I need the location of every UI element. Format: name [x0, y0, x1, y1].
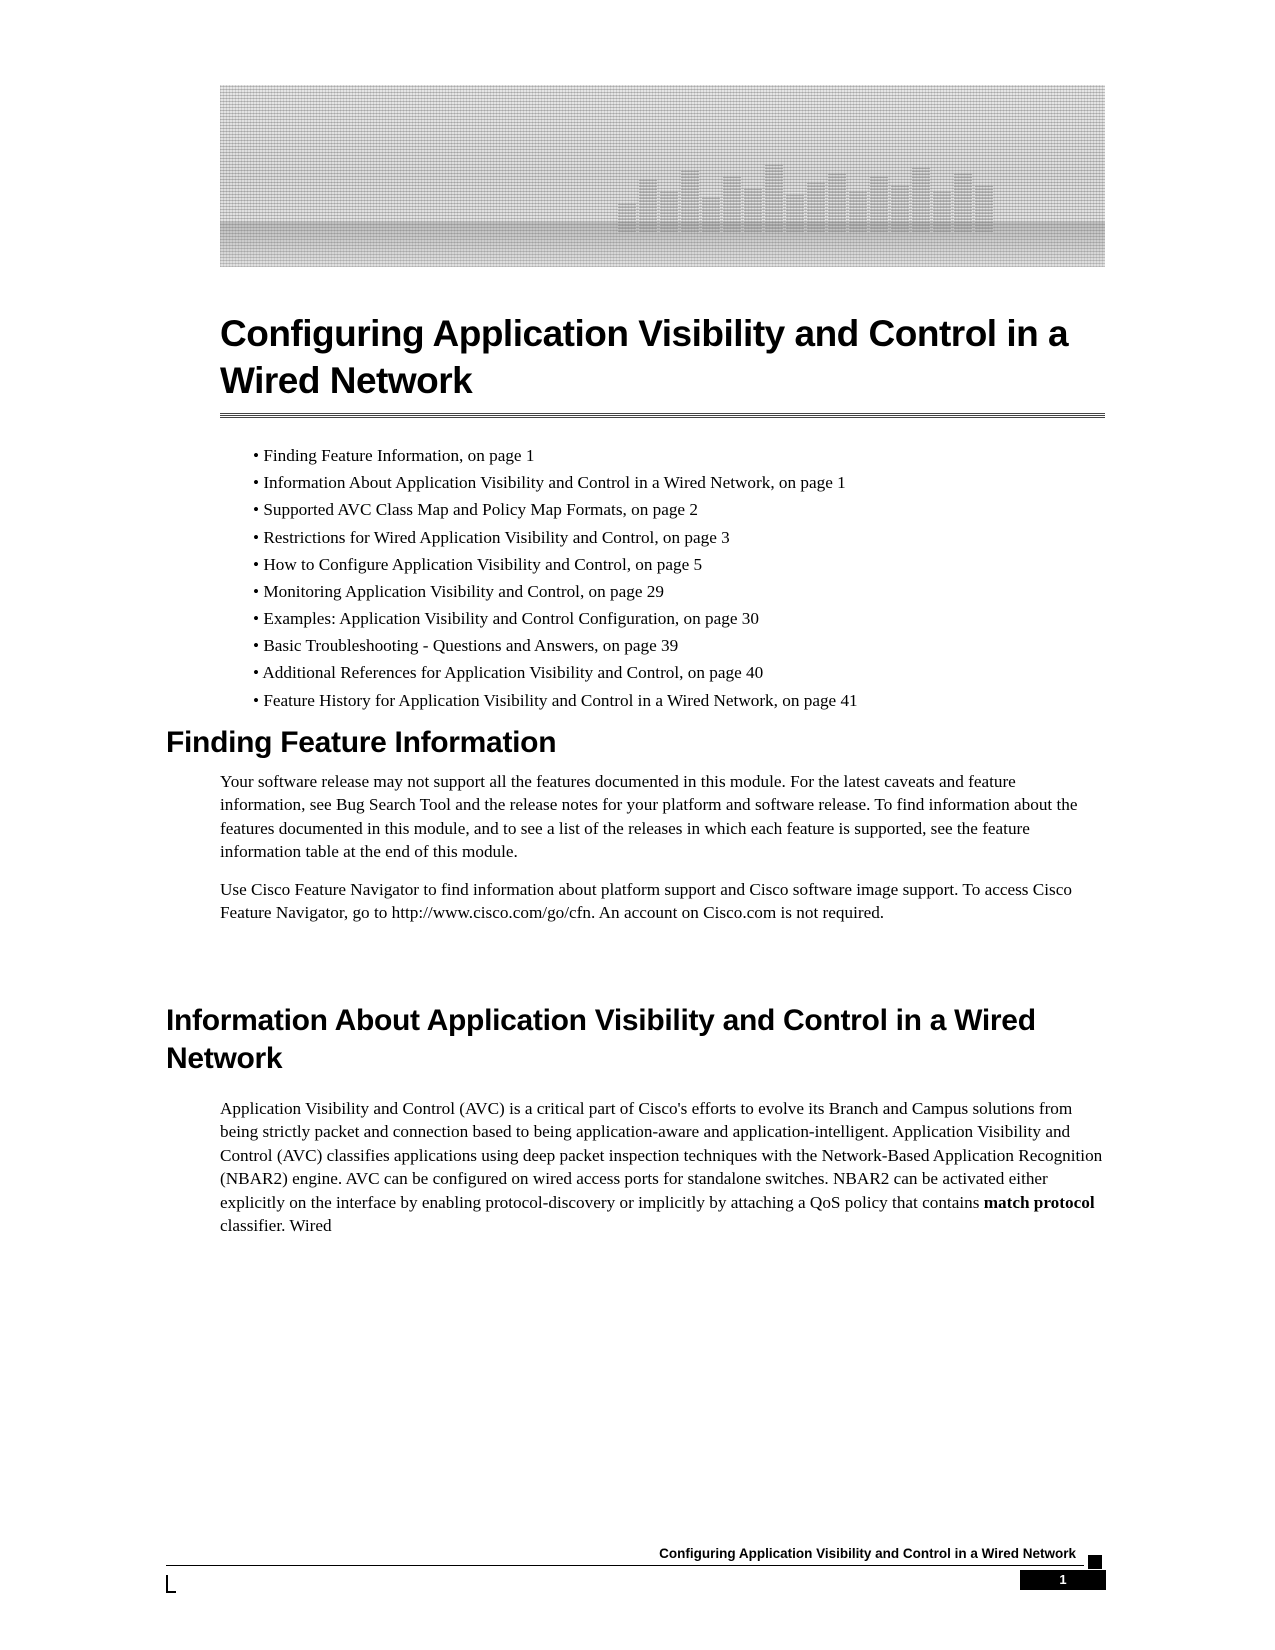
bold-term-match-protocol: match protocol: [984, 1193, 1095, 1212]
body-paragraph: Use Cisco Feature Navigator to find info…: [220, 878, 1105, 925]
page-footer: Configuring Application Visibility and C…: [166, 1546, 1106, 1590]
toc-item[interactable]: Monitoring Application Visibility and Co…: [253, 578, 1093, 605]
section-body-finding-feature-information: Your software release may not support al…: [220, 770, 1105, 938]
toc-item[interactable]: How to Configure Application Visibility …: [253, 551, 1093, 578]
page-number: 1: [1020, 1570, 1106, 1590]
chapter-banner-image: [220, 85, 1105, 267]
toc-item[interactable]: Restrictions for Wired Application Visib…: [253, 524, 1093, 551]
toc-item[interactable]: Examples: Application Visibility and Con…: [253, 605, 1093, 632]
section-body-information-about-avc: Application Visibility and Control (AVC)…: [220, 1097, 1105, 1237]
footer-block-icon: [1088, 1555, 1102, 1569]
footer-chapter-title: Configuring Application Visibility and C…: [166, 1546, 1106, 1561]
title-divider: [220, 413, 1105, 418]
body-paragraph: Application Visibility and Control (AVC)…: [220, 1097, 1105, 1237]
toc-item[interactable]: Additional References for Application Vi…: [253, 659, 1093, 686]
table-of-contents: Finding Feature Information, on page 1 I…: [253, 442, 1093, 714]
toc-item[interactable]: Information About Application Visibility…: [253, 469, 1093, 496]
cfn-link[interactable]: http://www.cisco.com/go/cfn: [392, 903, 591, 922]
footer-crop-mark: [166, 1575, 176, 1593]
toc-item[interactable]: Supported AVC Class Map and Policy Map F…: [253, 496, 1093, 523]
toc-item[interactable]: Basic Troubleshooting - Questions and An…: [253, 632, 1093, 659]
chapter-title: Configuring Application Visibility and C…: [220, 310, 1105, 405]
toc-item[interactable]: Feature History for Application Visibili…: [253, 687, 1093, 714]
body-paragraph: Your software release may not support al…: [220, 770, 1105, 864]
section-heading-finding-feature-information: Finding Feature Information: [166, 726, 556, 760]
section-heading-information-about-avc: Information About Application Visibility…: [166, 1002, 1106, 1079]
toc-item[interactable]: Finding Feature Information, on page 1: [253, 442, 1093, 469]
